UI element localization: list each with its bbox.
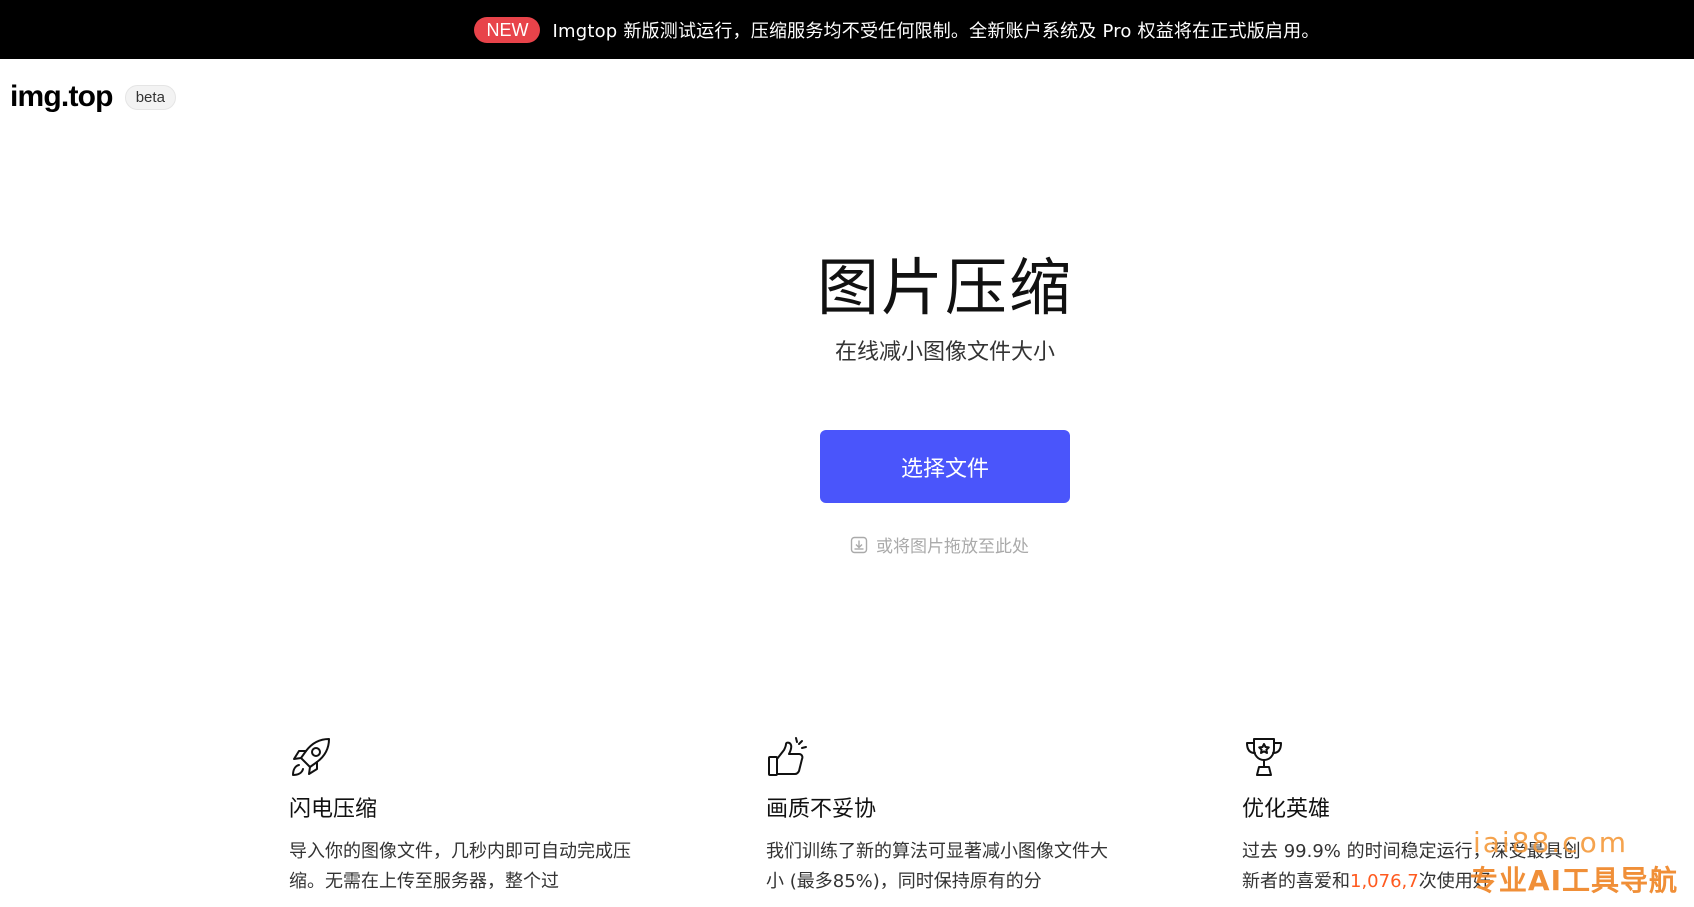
feature-description: 过去 99.9% 的时间稳定运行，深受最具创新者的喜爱和1,076,7次使用好 [1242, 837, 1587, 897]
hero-text: 图片压缩 在线减小图像文件大小 [745, 248, 1145, 366]
feature-description: 导入你的图像文件，几秒内即可自动完成压缩。无需在上传至服务器，整个过 [289, 841, 631, 892]
new-badge: NEW [474, 16, 541, 43]
feature-desc-after: 次使用好 [1418, 871, 1491, 892]
banner-content: NEW Imgtop 新版测试运行，压缩服务均不受任何限制。全新账户系统及 Pr… [474, 16, 1320, 43]
announcement-banner: NEW Imgtop 新版测试运行，压缩服务均不受任何限制。全新账户系统及 Pr… [0, 0, 1694, 59]
drop-zone-hint[interactable]: 或将图片拖放至此处 [850, 532, 1050, 557]
logo[interactable]: img.top [10, 80, 114, 114]
feature-hero: 优化英雄 过去 99.9% 的时间稳定运行，深受最具创新者的喜爱和1,076,7… [1242, 735, 1587, 897]
beta-badge: beta [124, 84, 176, 110]
page-subtitle: 在线减小图像文件大小 [834, 340, 1055, 365]
rocket-icon [289, 735, 634, 779]
feature-description: 我们训练了新的算法可显著减小图像文件大小 (最多85%)，同时保持原有的分 [766, 841, 1108, 892]
feature-title: 闪电压缩 [289, 797, 378, 822]
feature-speed: 闪电压缩 导入你的图像文件，几秒内即可自动完成压缩。无需在上传至服务器，整个过 [289, 735, 634, 897]
usage-count: 1,076,7 [1350, 871, 1419, 892]
feature-title: 画质不妥协 [766, 797, 877, 822]
banner-text: Imgtop 新版测试运行，压缩服务均不受任何限制。全新账户系统及 Pro 权益… [552, 20, 1320, 42]
page-title: 图片压缩 [816, 251, 1073, 324]
feature-title: 优化英雄 [1242, 797, 1331, 822]
drop-hint-text: 或将图片拖放至此处 [876, 537, 1029, 557]
trophy-icon [1242, 735, 1587, 779]
thumbs-up-icon [766, 735, 1111, 779]
select-file-button[interactable]: 选择文件 [820, 430, 1070, 503]
site-header: img.top beta [10, 80, 176, 114]
feature-quality: 画质不妥协 我们训练了新的算法可显著减小图像文件大小 (最多85%)，同时保持原… [766, 735, 1111, 897]
download-tray-icon [850, 536, 868, 553]
